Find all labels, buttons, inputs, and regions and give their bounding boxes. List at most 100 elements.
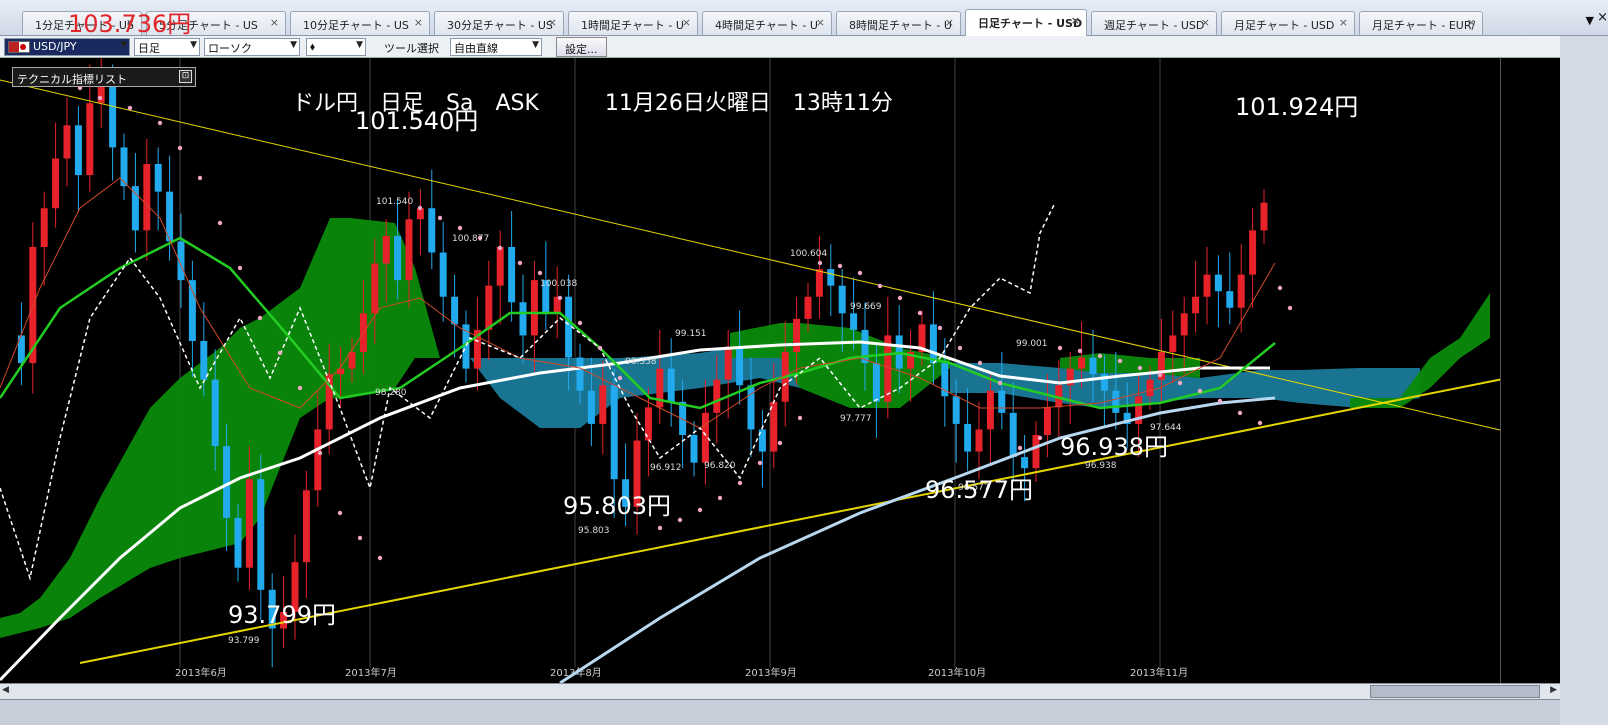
symbol-select[interactable]: USD/JPY ▼ <box>4 38 130 56</box>
candle-body <box>952 396 960 424</box>
candle-body <box>1043 407 1051 435</box>
close-icon[interactable]: × <box>1201 16 1210 29</box>
time-tick-label: 2013年10月 <box>928 666 986 679</box>
close-icon[interactable]: × <box>1071 14 1080 27</box>
indicator-list-panel[interactable]: テクニカル指標リスト ⊡ <box>12 67 196 87</box>
price-label: 99.669 <box>850 302 882 312</box>
restore-icon[interactable]: ⊡ <box>179 70 192 83</box>
scroll-thumb[interactable] <box>1370 685 1540 698</box>
candle-body <box>371 263 379 314</box>
chart-tab[interactable]: 1時間足チャート - U × <box>568 11 698 35</box>
parabolic-sar-dot <box>677 517 683 523</box>
candle-body <box>1112 390 1120 413</box>
chart-tab[interactable]: 10分足チャート - US × <box>290 11 430 35</box>
close-icon[interactable]: × <box>1467 16 1476 29</box>
candle-body <box>815 269 823 297</box>
time-tick-label: 2013年9月 <box>745 666 797 679</box>
candle-body <box>861 329 869 364</box>
chart-tab[interactable]: 週足チャート - USD × <box>1091 11 1217 35</box>
parabolic-sar-dot <box>97 95 103 101</box>
close-icon[interactable]: × <box>945 16 954 29</box>
parabolic-sar-dot <box>757 460 763 466</box>
candle-body <box>1180 313 1188 336</box>
candle-body <box>713 379 721 413</box>
parabolic-sar-dot <box>197 175 203 181</box>
scroll-left-icon[interactable]: ◀ <box>2 685 9 695</box>
price-label: 95.803 <box>578 526 610 536</box>
parabolic-sar-dot <box>127 105 133 111</box>
parabolic-sar-dot <box>817 260 823 266</box>
close-icon[interactable]: × <box>414 16 423 29</box>
price-label: 100.038 <box>540 279 577 289</box>
parabolic-sar-dot <box>1117 358 1123 364</box>
chart-tab[interactable]: 4時間足チャート - U × <box>702 11 832 35</box>
horizontal-scrollbar[interactable]: ◀ ▶ <box>0 683 1560 699</box>
close-icon[interactable]: × <box>548 16 557 29</box>
drawing-tool-value: 自由直線 <box>454 42 498 55</box>
drawing-tool-select[interactable]: 自由直線 ▼ <box>450 38 542 56</box>
candle-body <box>40 208 48 247</box>
close-icon[interactable]: × <box>682 16 691 29</box>
price-label: 98.358 <box>625 357 657 367</box>
chart-tab[interactable]: 8時間足チャート - U × <box>836 11 961 35</box>
tab-label: 4時間足チャート - U <box>715 19 818 32</box>
parabolic-sar-dot <box>277 350 283 356</box>
chart-tab[interactable]: 日足チャート - USD × <box>965 9 1087 36</box>
tab-list-menu-icon[interactable]: ▼ <box>1586 14 1594 27</box>
parabolic-sar-dot <box>437 215 443 221</box>
chart-tab[interactable]: 月足チャート - EUR/× <box>1359 11 1483 35</box>
chevron-down-icon: ▼ <box>356 40 363 50</box>
candle-body <box>234 517 242 568</box>
chart-type-select[interactable]: ローソク ▼ <box>204 38 300 56</box>
parabolic-sar-dot <box>177 145 183 151</box>
parabolic-sar-dot <box>857 270 863 276</box>
candle-body <box>451 296 459 325</box>
settings-button[interactable]: 設定... <box>556 37 607 57</box>
candle-body <box>1021 457 1029 469</box>
candle-body <box>74 125 82 176</box>
candle-body <box>530 280 538 336</box>
parabolic-sar-dot <box>1017 445 1023 451</box>
candle-body <box>998 390 1006 413</box>
line-style-value: ⬧ <box>310 40 315 53</box>
tab-label: 月足チャート - EUR/ <box>1372 19 1476 32</box>
parabolic-sar-dot <box>517 260 523 266</box>
price-annotation: 93.799円 <box>228 601 336 629</box>
candle-body <box>257 479 265 590</box>
close-icon[interactable]: × <box>816 16 825 29</box>
time-tick-label: 2013年7月 <box>345 666 397 679</box>
candle-body <box>109 86 117 148</box>
timeframe-select[interactable]: 日足 ▼ <box>134 38 200 56</box>
chart-tab[interactable]: 30分足チャート - US × <box>434 11 564 35</box>
close-window-icon[interactable]: × <box>1597 10 1608 25</box>
chart-tab[interactable]: 月足チャート - USD × <box>1221 11 1355 35</box>
candle-body <box>964 423 972 452</box>
symbol-value: USD/JPY <box>33 40 77 53</box>
line-style-select[interactable]: ⬧ ▼ <box>306 38 366 56</box>
candle-body <box>211 379 219 447</box>
candle-body <box>1146 379 1154 397</box>
chart-tab-bar: 1分足チャート - US × 5分足チャート - US × 10分足チャート - US ×… <box>0 0 1608 36</box>
chart-type-value: ローソク <box>208 42 252 55</box>
candle-body <box>1260 202 1268 231</box>
chevron-down-icon: ▼ <box>120 40 127 50</box>
top-high-price-annotation: 103.736円 <box>68 10 192 38</box>
price-label: 99.001 <box>1016 339 1048 349</box>
close-icon[interactable]: × <box>1339 16 1348 29</box>
candle-body <box>610 385 618 480</box>
parabolic-sar-dot <box>1037 435 1043 441</box>
timeframe-value: 日足 <box>138 42 160 55</box>
parabolic-sar-dot <box>337 510 343 516</box>
chevron-down-icon: ▼ <box>532 40 539 50</box>
candle-body <box>1249 230 1257 275</box>
price-chart[interactable]: 1041031021011009998979695942013年6月2013年7… <box>0 58 1560 683</box>
scroll-right-icon[interactable]: ▶ <box>1550 685 1557 695</box>
candle-body <box>1226 291 1234 308</box>
parabolic-sar-dot <box>1197 388 1203 394</box>
price-axis <box>1500 58 1560 683</box>
candlestick-chart-svg: 1041031021011009998979695942013年6月2013年7… <box>0 58 1529 683</box>
close-icon[interactable]: × <box>270 16 279 29</box>
parabolic-sar-dot <box>557 295 563 301</box>
parabolic-sar-dot <box>1177 380 1183 386</box>
candle-body <box>86 103 94 176</box>
